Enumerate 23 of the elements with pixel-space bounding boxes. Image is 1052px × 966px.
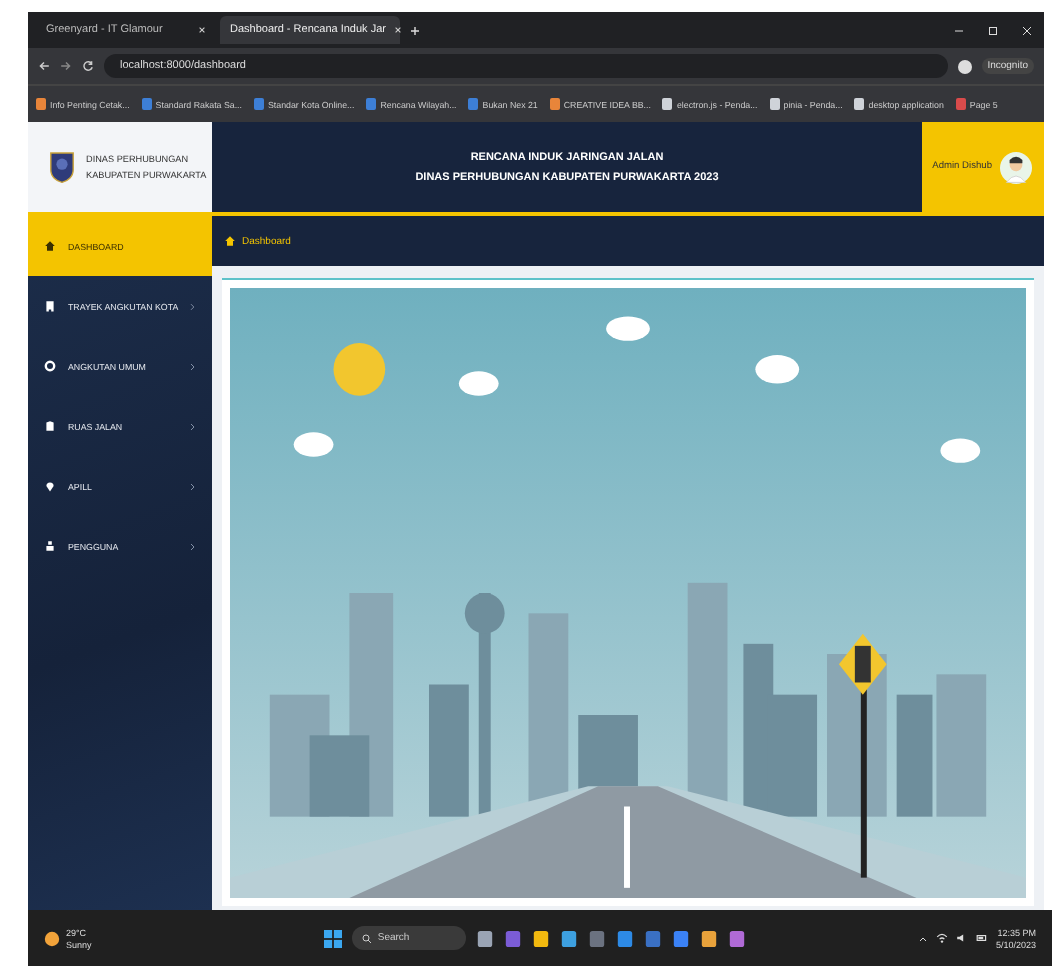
close-icon[interactable] — [393, 26, 402, 34]
close-icon[interactable] — [1022, 25, 1032, 35]
chevron-icon — [190, 301, 196, 311]
speaker-icon[interactable] — [955, 932, 968, 944]
minimize-icon[interactable] — [954, 25, 964, 35]
home-icon — [224, 234, 236, 248]
reload-icon[interactable] — [82, 60, 94, 72]
back-icon[interactable] — [38, 60, 50, 72]
search-icon — [361, 933, 372, 943]
emblem-icon — [48, 150, 76, 184]
windows-icon[interactable] — [323, 929, 342, 947]
maximize-icon[interactable] — [988, 25, 998, 35]
profile-icon[interactable] — [957, 59, 972, 73]
close-icon[interactable] — [198, 26, 206, 34]
home-icon — [44, 240, 56, 252]
wifi-icon[interactable] — [935, 932, 948, 944]
user-icon — [44, 540, 56, 552]
weather-icon[interactable] — [44, 929, 60, 947]
plus-icon[interactable] — [410, 25, 420, 35]
pin-icon — [44, 480, 56, 492]
avatar-icon[interactable] — [1000, 151, 1032, 183]
forward-icon[interactable] — [60, 60, 72, 72]
battery-icon[interactable] — [975, 932, 988, 944]
